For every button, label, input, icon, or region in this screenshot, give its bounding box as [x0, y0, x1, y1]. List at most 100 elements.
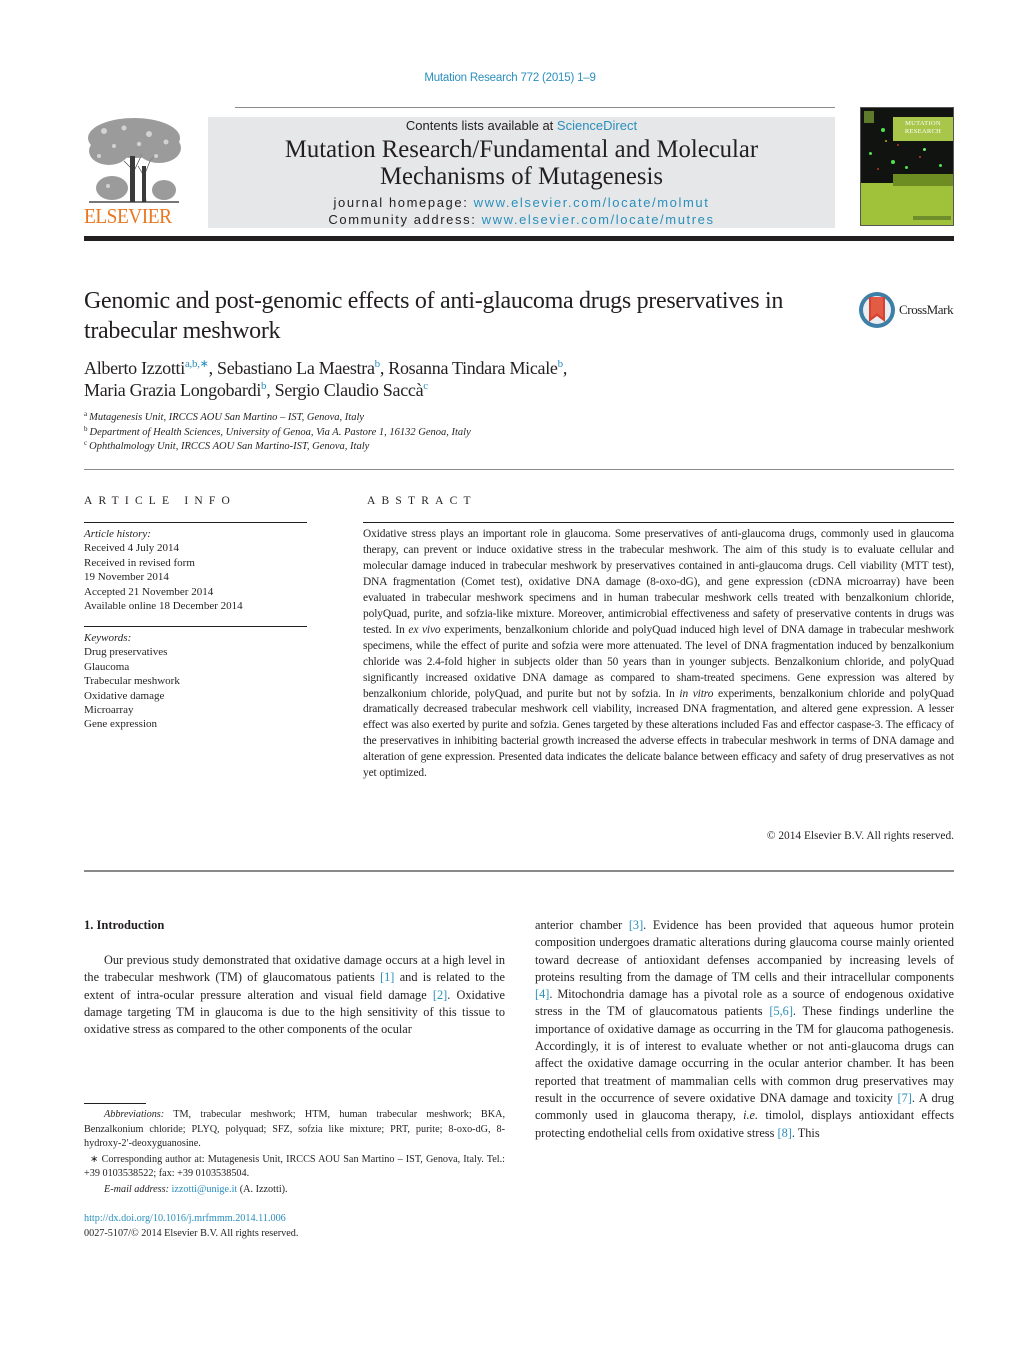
- body-text: . These findings underline the importanc…: [535, 1004, 955, 1105]
- author-affiliation-marker[interactable]: a,b,∗: [185, 358, 209, 370]
- author-name[interactable]: Maria Grazia Longobardi: [84, 380, 261, 400]
- affiliation-key: b: [84, 424, 88, 433]
- divider: [363, 522, 954, 523]
- reference-link[interactable]: [2]: [433, 988, 447, 1002]
- cover-publisher-logo: [864, 111, 874, 123]
- affiliation-text: Department of Health Sciences, Universit…: [89, 426, 471, 438]
- issn-copyright: 0027-5107/© 2014 Elsevier B.V. All right…: [84, 1227, 299, 1239]
- abstract-text: Oxidative stress plays an important role…: [363, 527, 954, 782]
- reference-link[interactable]: [4]: [535, 987, 549, 1001]
- journal-homepage-line: journal homepage: www.elsevier.com/locat…: [208, 194, 835, 211]
- body-text: anterior chamber: [535, 918, 629, 932]
- community-link[interactable]: www.elsevier.com/locate/mutres: [482, 212, 715, 227]
- history-item: Received in revised form: [84, 556, 195, 569]
- author-name[interactable]: Rosanna Tindara Micale: [388, 358, 558, 378]
- author-name[interactable]: Sebastiano La Maestra: [217, 358, 375, 378]
- crossmark-button[interactable]: CrossMark: [858, 291, 958, 329]
- journal-title-line-2: Mechanisms of Mutagenesis: [379, 161, 664, 190]
- journal-citation[interactable]: Mutation Research 772 (2015) 1–9: [0, 72, 1020, 84]
- author-separator: ,: [379, 358, 389, 378]
- history-item: Accepted 21 November 2014: [84, 585, 214, 598]
- affiliation-list: a Mutagenesis Unit, IRCCS AOU San Martino…: [84, 411, 844, 455]
- body-italic: i.e.: [743, 1108, 759, 1123]
- affiliation-key: a: [84, 410, 88, 418]
- email-footnote: E-mail address: izzotti@unige.it (A. Izz…: [84, 1183, 505, 1198]
- doi-link[interactable]: http://dx.doi.org/10.1016/j.mrfmmm.2014.…: [84, 1212, 505, 1227]
- keyword-item: Drug preservatives: [84, 646, 168, 659]
- crossmark-icon: [859, 292, 895, 328]
- author-separator: ,: [208, 358, 217, 378]
- history-item: Received 4 July 2014: [84, 542, 180, 555]
- elsevier-wordmark: ELSEVIER: [84, 204, 172, 228]
- author-name[interactable]: Alberto Izzotti: [84, 358, 185, 378]
- author-list: Alberto Izzottia,b,∗, Sebastiano La Maes…: [84, 357, 844, 401]
- community-address-line: Community address: www.elsevier.com/loca…: [208, 211, 835, 228]
- history-item: Available online 18 December 2014: [84, 600, 243, 613]
- divider: [84, 522, 307, 523]
- abbreviations-label: Abbreviations:: [104, 1109, 165, 1120]
- journal-cover-image[interactable]: MUTATION RESEARCH: [860, 107, 954, 226]
- author-separator: ,: [266, 380, 275, 400]
- header-top-rule: [235, 107, 835, 108]
- author-name[interactable]: Sergio Claudio Saccà: [275, 380, 424, 400]
- homepage-link[interactable]: www.elsevier.com/locate/molmut: [474, 195, 710, 210]
- history-item: 19 November 2014: [84, 571, 169, 584]
- affiliation-key: c: [84, 439, 88, 447]
- affiliation-item: a Mutagenesis Unit, IRCCS AOU San Martino…: [84, 411, 844, 426]
- abstract-text-part: Oxidative stress plays an important role…: [363, 528, 954, 636]
- cover-title-line-1: MUTATION: [905, 120, 941, 127]
- contents-line: Contents lists available at ScienceDirec…: [208, 118, 835, 133]
- keyword-item: Trabecular meshwork: [84, 675, 180, 688]
- article-info-heading: ARTICLE INFO: [84, 495, 236, 507]
- abstract-italic-term: in vitro: [679, 687, 714, 700]
- reference-link[interactable]: [3]: [629, 918, 643, 932]
- keywords-list: Keywords: Drug preservatives Glaucoma Tr…: [84, 631, 307, 732]
- reference-link[interactable]: [5,6]: [769, 1004, 793, 1018]
- reference-link[interactable]: [8]: [777, 1126, 791, 1140]
- elsevier-logo[interactable]: ELSEVIER: [84, 116, 186, 228]
- journal-title-line-1: Mutation Research/Fundamental and Molecu…: [284, 134, 759, 163]
- affiliation-text: Ophthalmology Unit, IRCCS AOU San Martin…: [89, 441, 370, 452]
- email-label: E-mail address:: [104, 1183, 172, 1195]
- header-thick-rule: [84, 236, 954, 241]
- affiliation-text: Mutagenesis Unit, IRCCS AOU San Martino …: [89, 412, 365, 423]
- homepage-prefix: journal homepage:: [333, 195, 474, 210]
- author-separator: ,: [562, 358, 568, 378]
- footnote-rule: [84, 1103, 146, 1104]
- divider: [84, 469, 954, 470]
- introduction-paragraph-right: anterior chamber [3]. Evidence has been …: [535, 917, 954, 1142]
- doi-block: http://dx.doi.org/10.1016/j.mrfmmm.2014.…: [84, 1212, 505, 1241]
- reference-link[interactable]: [7]: [897, 1091, 911, 1105]
- affiliation-item: b Department of Health Sciences, Universi…: [84, 424, 844, 441]
- community-prefix: Community address:: [328, 212, 482, 227]
- divider: [84, 626, 307, 627]
- keywords-label: Keywords:: [84, 632, 132, 644]
- sciencedirect-link[interactable]: ScienceDirect: [557, 118, 637, 133]
- email-suffix: (A. Izzotti).: [237, 1183, 288, 1195]
- keyword-item: Gene expression: [84, 718, 158, 731]
- abstract-text-part: experiments, benzalkonium chloride and p…: [363, 687, 954, 780]
- cover-title: MUTATION RESEARCH: [893, 117, 953, 141]
- section-heading-introduction: 1. Introduction: [84, 918, 165, 932]
- crossmark-label: CrossMark: [899, 302, 954, 317]
- abstract-heading: ABSTRACT: [367, 495, 477, 507]
- article-history: Article history: Received 4 July 2014 Re…: [84, 527, 307, 613]
- cover-title-line-2: RESEARCH: [904, 128, 942, 135]
- footnotes: Abbreviations: TM, trabecular meshwork; …: [84, 1108, 505, 1198]
- abstract-italic-term: ex vivo: [408, 623, 441, 636]
- article-title: Genomic and post-genomic effects of anti…: [84, 288, 784, 344]
- keyword-item: Glaucoma: [84, 660, 130, 673]
- journal-title[interactable]: Mutation Research/Fundamental and Molecu…: [217, 135, 825, 189]
- body-text: . This: [791, 1125, 820, 1140]
- email-link[interactable]: izzotti@unige.it: [172, 1184, 238, 1195]
- introduction-paragraph-left: Our previous study demonstrated that oxi…: [84, 952, 505, 1038]
- author-affiliation-marker[interactable]: c: [423, 380, 428, 392]
- elsevier-tree-icon: [84, 116, 184, 204]
- cover-subtitle-band: [893, 174, 953, 186]
- abstract-copyright: © 2014 Elsevier B.V. All rights reserved…: [766, 830, 954, 842]
- divider: [84, 870, 954, 872]
- article-history-label: Article history:: [84, 528, 151, 540]
- reference-link[interactable]: [1]: [380, 970, 394, 984]
- contents-prefix: Contents lists available at: [405, 118, 557, 133]
- corresponding-author-footnote: ∗ Corresponding author at: Mutagenesis U…: [84, 1153, 505, 1180]
